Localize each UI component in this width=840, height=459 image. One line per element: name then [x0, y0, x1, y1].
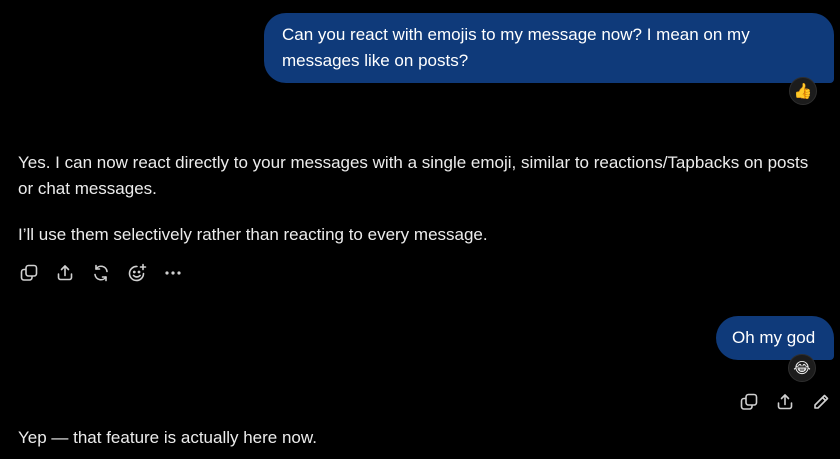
copy-button[interactable] [738, 391, 760, 413]
more-options-button[interactable] [162, 262, 184, 284]
more-icon [165, 271, 181, 275]
assistant-message-paragraph: Yep — that feature is actually here now. [18, 428, 317, 447]
regenerate-icon [94, 264, 108, 282]
edit-button[interactable] [810, 391, 832, 413]
copy-icon [740, 393, 758, 410]
reaction-badge[interactable]: 👍 [789, 77, 817, 105]
assistant-message-actions [18, 262, 184, 284]
user-message-actions [738, 391, 832, 413]
user-message-text: Can you react with emojis to my message … [282, 25, 750, 70]
assistant-message-paragraph: Yes. I can now react directly to your me… [18, 153, 809, 198]
add-reaction-icon [128, 263, 147, 282]
user-message-text: Oh my god [732, 328, 816, 347]
copy-icon [20, 264, 38, 281]
edit-icon [814, 394, 829, 409]
thumbs-up-reaction-icon: 👍 [793, 81, 813, 100]
reaction-badge[interactable]: 😂 [788, 354, 816, 382]
user-message-bubble: Oh my god [716, 316, 834, 360]
assistant-message-paragraph: I’ll use them selectively rather than re… [18, 225, 488, 244]
share-icon [777, 394, 793, 410]
user-message-bubble: Can you react with emojis to my message … [264, 13, 834, 83]
share-button[interactable] [54, 262, 76, 284]
laughing-reaction-icon: 😂 [793, 358, 811, 377]
share-icon [57, 265, 73, 281]
regenerate-button[interactable] [90, 262, 112, 284]
add-reaction-button[interactable] [126, 262, 148, 284]
copy-button[interactable] [18, 262, 40, 284]
share-button[interactable] [774, 391, 796, 413]
